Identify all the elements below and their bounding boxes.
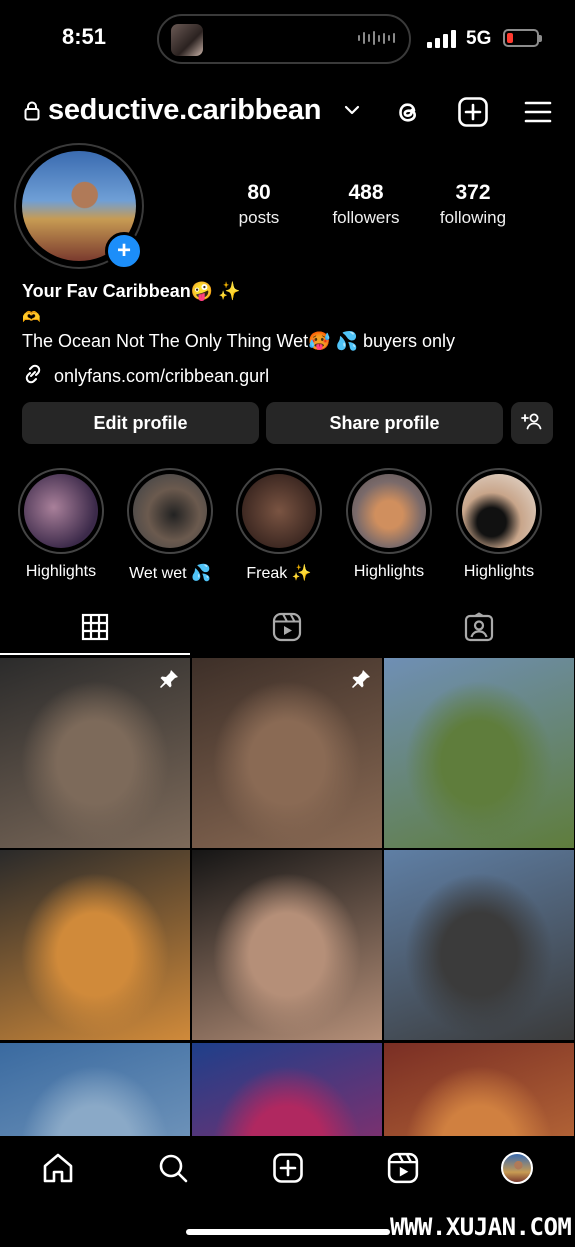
posts-count: 80 bbox=[247, 181, 271, 204]
new-post-icon[interactable] bbox=[456, 95, 490, 129]
reels-icon bbox=[272, 612, 302, 647]
grid-icon bbox=[81, 613, 109, 646]
reels-nav-icon[interactable] bbox=[385, 1150, 421, 1186]
watermark: WWW.XUJAN.COM bbox=[390, 1213, 572, 1241]
chevron-down-icon[interactable] bbox=[343, 103, 361, 122]
dynamic-island[interactable] bbox=[157, 14, 411, 64]
highlight-label: Highlights bbox=[463, 563, 535, 580]
bio-line-1: 🫶 bbox=[22, 309, 41, 326]
followers-label: followers bbox=[332, 208, 400, 227]
edit-profile-button[interactable]: Edit profile bbox=[22, 402, 259, 444]
network-label: 5G bbox=[466, 28, 492, 49]
tab-tagged[interactable] bbox=[384, 610, 574, 648]
add-person-icon bbox=[521, 412, 543, 435]
highlight-label: Highlights bbox=[25, 563, 97, 580]
highlight-label: Wet wet 💦 bbox=[129, 565, 211, 582]
profile-link-text: onlyfans.com/cribbean.gurl bbox=[54, 366, 270, 386]
threads-icon[interactable] bbox=[391, 95, 425, 129]
highlight-cover bbox=[352, 474, 426, 548]
profile-nav-avatar[interactable] bbox=[499, 1150, 535, 1186]
highlight-5[interactable]: Highlights bbox=[455, 468, 543, 581]
posts-label: posts bbox=[238, 208, 280, 227]
tab-posts-grid[interactable] bbox=[0, 610, 190, 648]
followers-count: 488 bbox=[348, 181, 384, 204]
pin-icon bbox=[158, 668, 180, 695]
highlight-cover bbox=[462, 474, 536, 548]
battery-icon bbox=[503, 29, 542, 47]
highlight-cover bbox=[24, 474, 98, 548]
highlight-cover bbox=[133, 474, 207, 548]
following-count: 372 bbox=[455, 181, 491, 204]
create-post-icon[interactable] bbox=[270, 1150, 306, 1186]
following-label: following bbox=[439, 208, 507, 227]
account-username[interactable]: seductive.caribbean bbox=[48, 94, 321, 127]
menu-icon[interactable] bbox=[521, 95, 555, 129]
stat-following[interactable]: 372 following bbox=[418, 181, 528, 228]
post-tile[interactable] bbox=[0, 658, 190, 848]
post-tile[interactable] bbox=[192, 658, 382, 848]
post-tile[interactable] bbox=[384, 850, 574, 1040]
bio-line-2: The Ocean Not The Only Thing Wet🥵 💦 buye… bbox=[22, 331, 456, 351]
stat-followers[interactable]: 488 followers bbox=[311, 181, 421, 228]
highlight-label: Freak ✨ bbox=[246, 565, 312, 582]
tab-reels[interactable] bbox=[192, 610, 382, 648]
active-tab-indicator bbox=[0, 653, 190, 655]
highlight-1[interactable]: Highlights bbox=[17, 468, 105, 581]
display-name: Your Fav Caribbean🤪 ✨ bbox=[22, 281, 241, 301]
highlight-2[interactable]: Wet wet 💦 bbox=[126, 468, 214, 583]
highlight-cover bbox=[242, 474, 316, 548]
highlight-label: Highlights bbox=[353, 563, 425, 580]
status-time: 8:51 bbox=[62, 24, 107, 49]
signal-icon bbox=[427, 30, 456, 48]
search-icon[interactable] bbox=[155, 1150, 191, 1186]
stat-posts[interactable]: 80 posts bbox=[204, 181, 314, 228]
post-tile[interactable] bbox=[0, 850, 190, 1040]
home-indicator bbox=[186, 1229, 390, 1235]
profile-link[interactable]: onlyfans.com/cribbean.gurl bbox=[22, 363, 269, 390]
post-tile[interactable] bbox=[384, 658, 574, 848]
lock-icon bbox=[24, 101, 40, 126]
link-icon bbox=[22, 363, 44, 390]
highlight-4[interactable]: Highlights bbox=[345, 468, 433, 581]
tagged-icon bbox=[464, 611, 494, 647]
pin-icon bbox=[350, 668, 372, 695]
highlight-3[interactable]: Freak ✨ bbox=[235, 468, 323, 583]
share-profile-button[interactable]: Share profile bbox=[266, 402, 503, 444]
audio-wave-icon bbox=[358, 31, 395, 45]
discover-people-button[interactable] bbox=[511, 402, 553, 444]
home-icon[interactable] bbox=[40, 1150, 76, 1186]
post-tile[interactable] bbox=[192, 850, 382, 1040]
now-playing-thumbnail bbox=[171, 24, 203, 56]
add-story-icon[interactable]: + bbox=[105, 232, 143, 270]
